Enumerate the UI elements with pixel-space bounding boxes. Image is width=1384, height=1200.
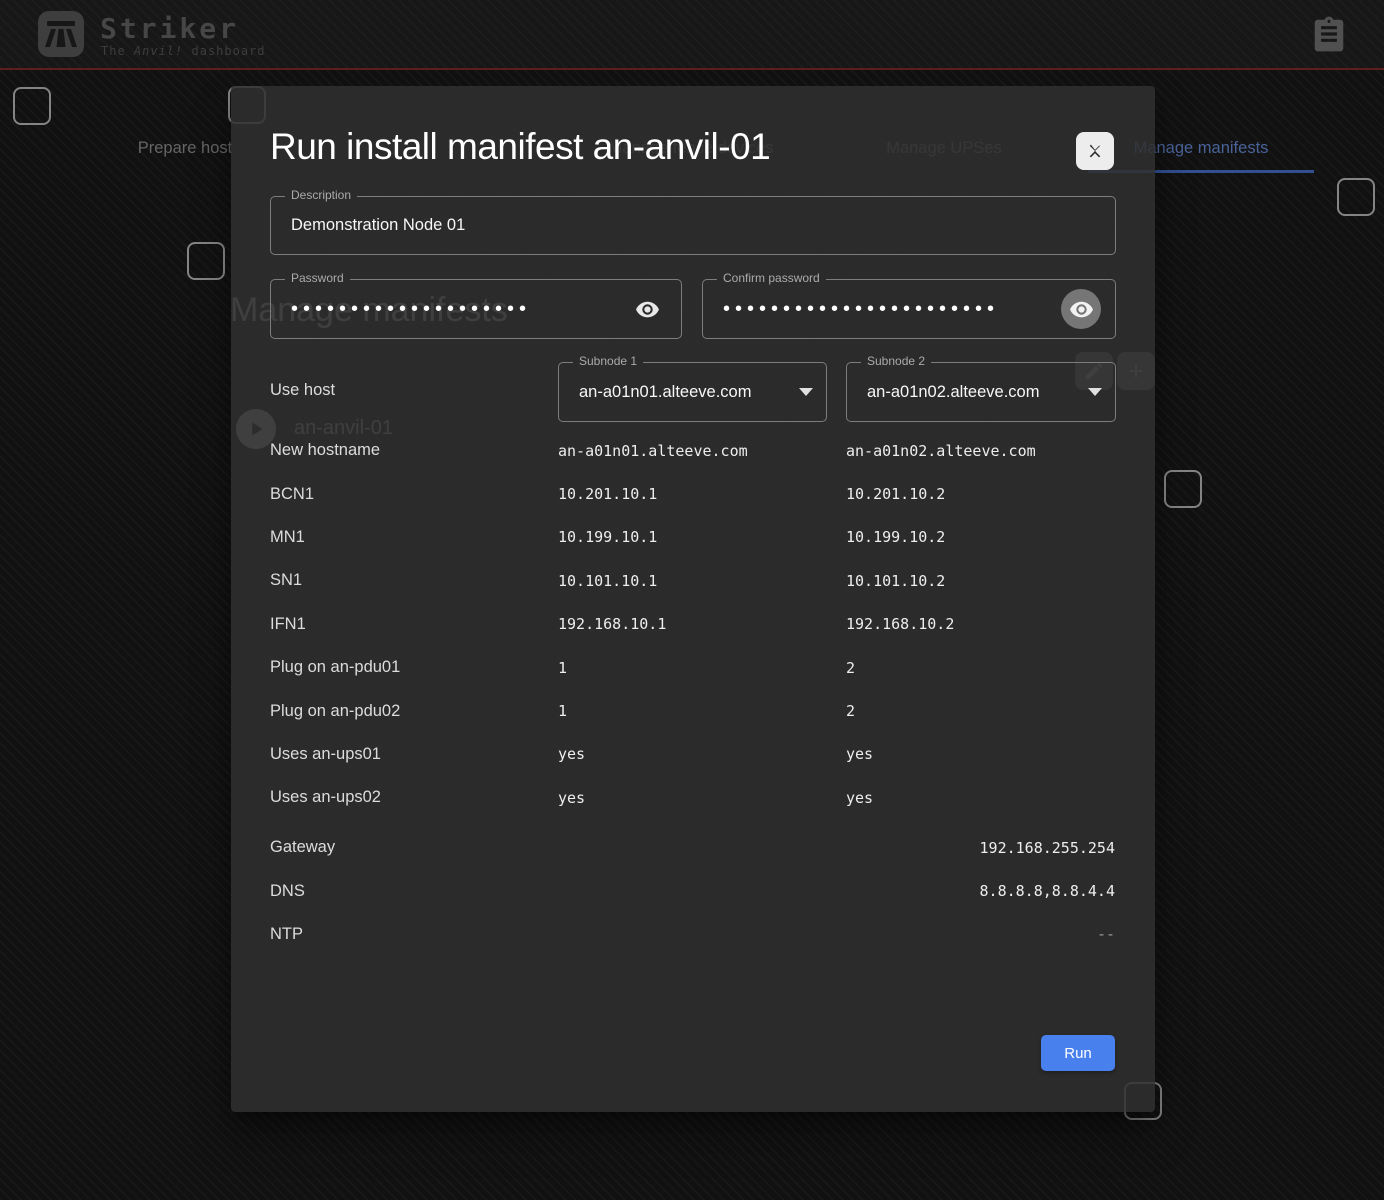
chevron-down-icon (1088, 388, 1102, 396)
table-row: New hostname an-a01n01.alteeve.com an-a0… (270, 429, 1115, 472)
subnode1-cell: 10.101.10.1 (558, 572, 846, 590)
description-value: Demonstration Node 01 (291, 197, 465, 254)
subnode1-select[interactable]: Subnode 1 an-a01n01.alteeve.com (558, 362, 827, 422)
row-label: Plug on an-pdu02 (270, 702, 558, 721)
network-summary-table: Gateway 192.168.255.254 DNS 8.8.8.8,8.8.… (270, 826, 1115, 956)
table-row: IFN1 192.168.10.1 192.168.10.2 (270, 603, 1115, 646)
password-value: •••••••••••••••••••• (291, 280, 531, 338)
row-label: DNS (270, 882, 980, 901)
table-row: Uses an-ups02 yes yes (270, 776, 1115, 819)
subnode2-cell: 10.201.10.2 (846, 485, 1115, 503)
subnode2-cell: 192.168.10.2 (846, 615, 1115, 633)
subnode2-value: an-a01n02.alteeve.com (867, 363, 1039, 421)
table-row: SN1 10.101.10.1 10.101.10.2 (270, 559, 1115, 602)
confirm-password-value: ••••••••••••••••••••••• (723, 280, 999, 338)
row-label: SN1 (270, 571, 558, 590)
row-value: -- (1097, 925, 1115, 943)
table-row: Plug on an-pdu01 1 2 (270, 646, 1115, 689)
manifest-detail-table: New hostname an-a01n01.alteeve.com an-a0… (270, 429, 1115, 820)
subnode1-cell: yes (558, 745, 846, 763)
password-field[interactable]: Password •••••••••••••••••••• (270, 279, 682, 339)
table-row: Uses an-ups01 yes yes (270, 733, 1115, 776)
table-row: Plug on an-pdu02 1 2 (270, 689, 1115, 732)
subnode2-cell: 10.101.10.2 (846, 572, 1115, 590)
use-host-label: Use host (270, 381, 335, 400)
row-value: 192.168.255.254 (980, 839, 1115, 857)
run-manifest-dialog: Run install manifest an-anvil-01 Descrip… (231, 86, 1155, 1112)
subnode1-cell: an-a01n01.alteeve.com (558, 442, 846, 460)
confirm-password-field[interactable]: Confirm password ••••••••••••••••••••••• (702, 279, 1116, 339)
run-button[interactable]: Run (1041, 1035, 1115, 1071)
table-row: NTP -- (270, 913, 1115, 956)
subnode1-value: an-a01n01.alteeve.com (579, 363, 751, 421)
subnode2-select[interactable]: Subnode 2 an-a01n02.alteeve.com (846, 362, 1116, 422)
table-row: MN1 10.199.10.1 10.199.10.2 (270, 516, 1115, 559)
row-label: NTP (270, 925, 1097, 944)
subnode1-cell: 1 (558, 702, 846, 720)
subnode1-cell: 192.168.10.1 (558, 615, 846, 633)
row-label: BCN1 (270, 485, 558, 504)
table-row: DNS 8.8.8.8,8.8.4.4 (270, 869, 1115, 912)
row-label: Gateway (270, 838, 980, 857)
subnode1-cell: 10.201.10.1 (558, 485, 846, 503)
chevron-down-icon (799, 388, 813, 396)
dialog-title: Run install manifest an-anvil-01 (270, 126, 770, 168)
row-label: New hostname (270, 441, 558, 460)
row-label: Plug on an-pdu01 (270, 658, 558, 677)
table-row: BCN1 10.201.10.1 10.201.10.2 (270, 472, 1115, 515)
visibility-icon[interactable] (627, 289, 667, 329)
subnode1-cell: 1 (558, 659, 846, 677)
row-label: Uses an-ups01 (270, 745, 558, 764)
subnode2-cell: 10.199.10.2 (846, 528, 1115, 546)
description-field[interactable]: Description Demonstration Node 01 (270, 196, 1116, 255)
row-value: 8.8.8.8,8.8.4.4 (980, 882, 1115, 900)
subnode2-cell: an-a01n02.alteeve.com (846, 442, 1115, 460)
subnode2-cell: 2 (846, 659, 1115, 677)
row-label: IFN1 (270, 615, 558, 634)
subnode1-cell: 10.199.10.1 (558, 528, 846, 546)
visibility-icon[interactable] (1061, 289, 1101, 329)
subnode2-cell: 2 (846, 702, 1115, 720)
subnode2-cell: yes (846, 789, 1115, 807)
row-label: MN1 (270, 528, 558, 547)
close-icon[interactable] (1076, 132, 1114, 170)
subnode2-cell: yes (846, 745, 1115, 763)
table-row: Gateway 192.168.255.254 (270, 826, 1115, 869)
row-label: Uses an-ups02 (270, 788, 558, 807)
subnode1-cell: yes (558, 789, 846, 807)
